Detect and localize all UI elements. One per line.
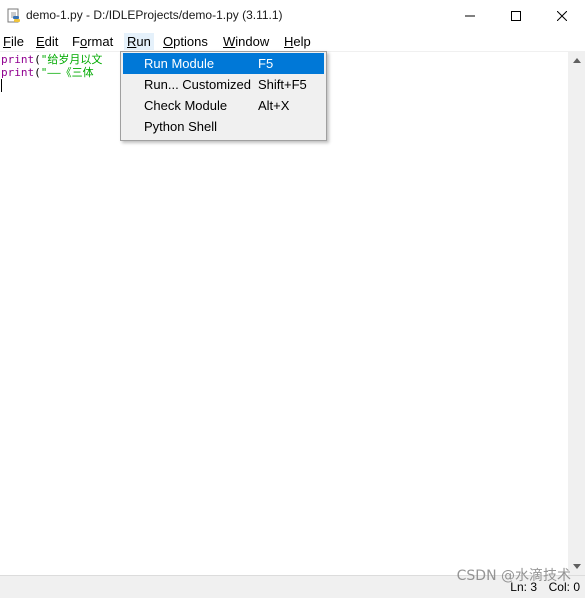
menu-window[interactable]: Window <box>223 33 269 50</box>
scroll-down-icon <box>572 564 581 569</box>
run-customized-item[interactable]: Run... Customized Shift+F5 <box>123 74 324 95</box>
scroll-up-icon <box>572 58 581 63</box>
run-menu-dropdown: Run Module F5 Run... Customized Shift+F5… <box>120 51 327 141</box>
menu-help[interactable]: Help <box>284 33 311 50</box>
idle-python-icon <box>7 8 20 23</box>
vertical-scrollbar[interactable] <box>568 52 585 575</box>
builtin-print: print <box>1 53 35 66</box>
maximize-button[interactable] <box>493 0 539 32</box>
string-literal: "——《三体 <box>40 66 94 79</box>
code-line: print("——《三体 <box>1 66 94 79</box>
menu-edit[interactable]: Edit <box>36 33 58 50</box>
menu-bar: File Edit Format Run Options Window Help <box>0 32 585 52</box>
menu-format[interactable]: Format <box>72 33 113 50</box>
minimize-icon <box>465 15 475 17</box>
menu-file[interactable]: File <box>3 33 24 50</box>
code-line: print("给岁月以文 <box>1 53 103 66</box>
builtin-print: print <box>1 66 35 79</box>
run-module-item[interactable]: Run Module F5 <box>123 53 324 74</box>
check-module-item[interactable]: Check Module Alt+X <box>123 95 324 116</box>
menu-run[interactable]: Run <box>124 33 154 50</box>
close-icon <box>557 11 567 21</box>
text-cursor <box>1 79 2 92</box>
title-bar: demo-1.py - D:/IDLEProjects/demo-1.py (3… <box>0 0 585 32</box>
maximize-icon <box>511 11 521 21</box>
menu-options[interactable]: Options <box>163 33 208 50</box>
csdn-watermark: CSDN @水滴技术 <box>456 568 571 584</box>
python-shell-item[interactable]: Python Shell <box>123 116 324 137</box>
string-literal: "给岁月以文 <box>40 53 103 66</box>
minimize-button[interactable] <box>447 0 493 32</box>
scroll-up-button[interactable] <box>568 52 585 69</box>
close-button[interactable] <box>539 0 585 32</box>
window-title: demo-1.py - D:/IDLEProjects/demo-1.py (3… <box>26 8 283 22</box>
